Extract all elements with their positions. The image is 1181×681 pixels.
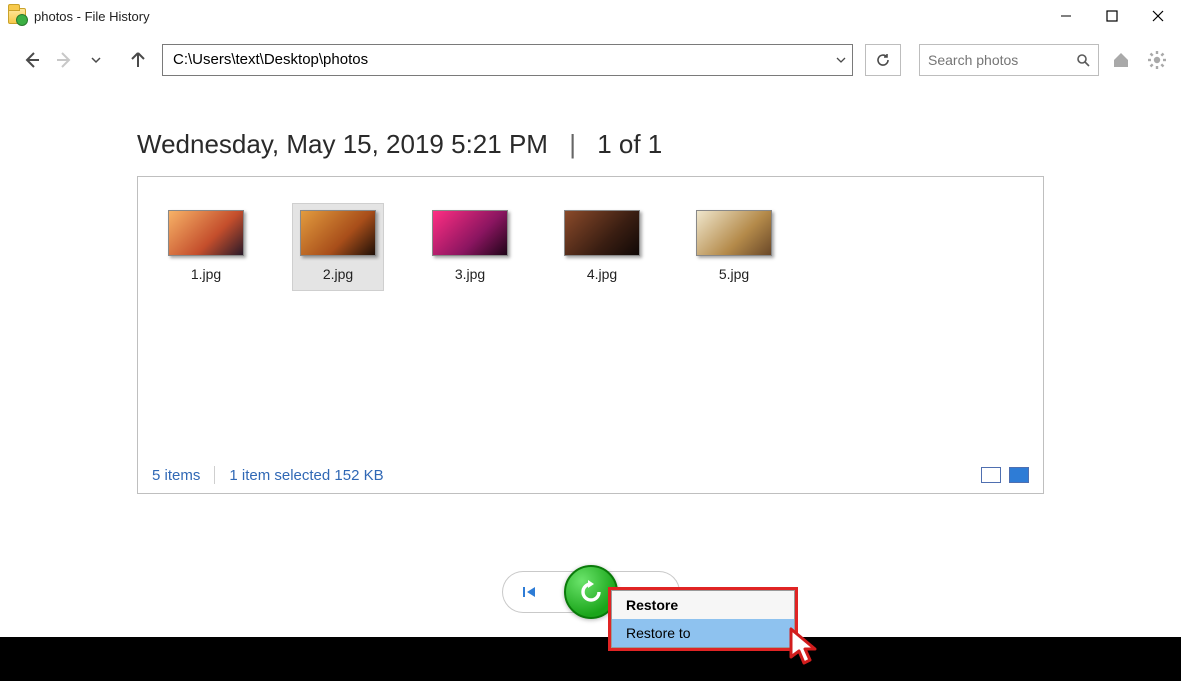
heading-separator: | [569, 129, 576, 159]
navigation-toolbar: Search photos [0, 32, 1181, 87]
context-menu: Restore Restore to [611, 590, 795, 648]
thumbnail-area[interactable]: 1.jpg 2.jpg 3.jpg 4.jpg 5.jpg [138, 177, 1043, 317]
context-menu-highlight: Restore Restore to [608, 587, 798, 651]
thumbnail-image [432, 210, 508, 256]
titlebar: photos - File History [0, 0, 1181, 32]
file-name: 4.jpg [563, 266, 641, 282]
version-heading: Wednesday, May 15, 2019 5:21 PM | 1 of 1 [0, 87, 1181, 176]
status-bar: 5 items 1 item selected 152 KB [138, 457, 1043, 493]
file-item[interactable]: 5.jpg [688, 203, 780, 291]
search-box[interactable]: Search photos [919, 44, 1099, 76]
thumbnail-image [564, 210, 640, 256]
cursor-icon [788, 627, 822, 667]
window-controls [1043, 0, 1181, 32]
settings-button[interactable] [1143, 46, 1171, 74]
version-nav-controls [0, 565, 1181, 619]
file-item[interactable]: 2.jpg [292, 203, 384, 291]
back-button[interactable] [18, 46, 46, 74]
file-name: 3.jpg [431, 266, 509, 282]
file-name: 1.jpg [167, 266, 245, 282]
recent-locations-dropdown[interactable] [82, 46, 110, 74]
address-bar[interactable] [162, 44, 853, 76]
bottom-black-bar [0, 637, 1181, 681]
restore-icon [576, 577, 606, 607]
context-menu-restore[interactable]: Restore [612, 591, 794, 619]
file-name: 2.jpg [299, 266, 377, 282]
selection-info: 1 item selected 152 KB [229, 467, 383, 484]
file-item[interactable]: 3.jpg [424, 203, 516, 291]
version-page-of: 1 of 1 [597, 129, 662, 159]
item-count: 5 items [152, 467, 200, 484]
thumbnail-image [168, 210, 244, 256]
close-button[interactable] [1135, 0, 1181, 32]
view-details-button[interactable] [981, 467, 1001, 483]
view-thumbnails-button[interactable] [1009, 467, 1029, 483]
maximize-button[interactable] [1089, 0, 1135, 32]
file-list-panel: 1.jpg 2.jpg 3.jpg 4.jpg 5.jpg 5 items 1 … [137, 176, 1044, 494]
home-button[interactable] [1107, 46, 1135, 74]
folder-history-icon [8, 8, 26, 24]
thumbnail-image [696, 210, 772, 256]
file-name: 5.jpg [695, 266, 773, 282]
refresh-button[interactable] [865, 44, 901, 76]
window-title: photos - File History [34, 9, 150, 24]
file-item[interactable]: 4.jpg [556, 203, 648, 291]
minimize-button[interactable] [1043, 0, 1089, 32]
version-datetime: Wednesday, May 15, 2019 5:21 PM [137, 129, 548, 159]
path-input[interactable] [163, 45, 830, 75]
thumbnail-image [300, 210, 376, 256]
context-menu-restore-to[interactable]: Restore to [612, 619, 794, 647]
path-dropdown-icon[interactable] [830, 45, 852, 75]
search-icon [1076, 53, 1090, 67]
up-button[interactable] [124, 46, 152, 74]
file-item[interactable]: 1.jpg [160, 203, 252, 291]
search-placeholder: Search photos [928, 52, 1076, 68]
status-divider [214, 466, 215, 484]
forward-button[interactable] [50, 46, 78, 74]
